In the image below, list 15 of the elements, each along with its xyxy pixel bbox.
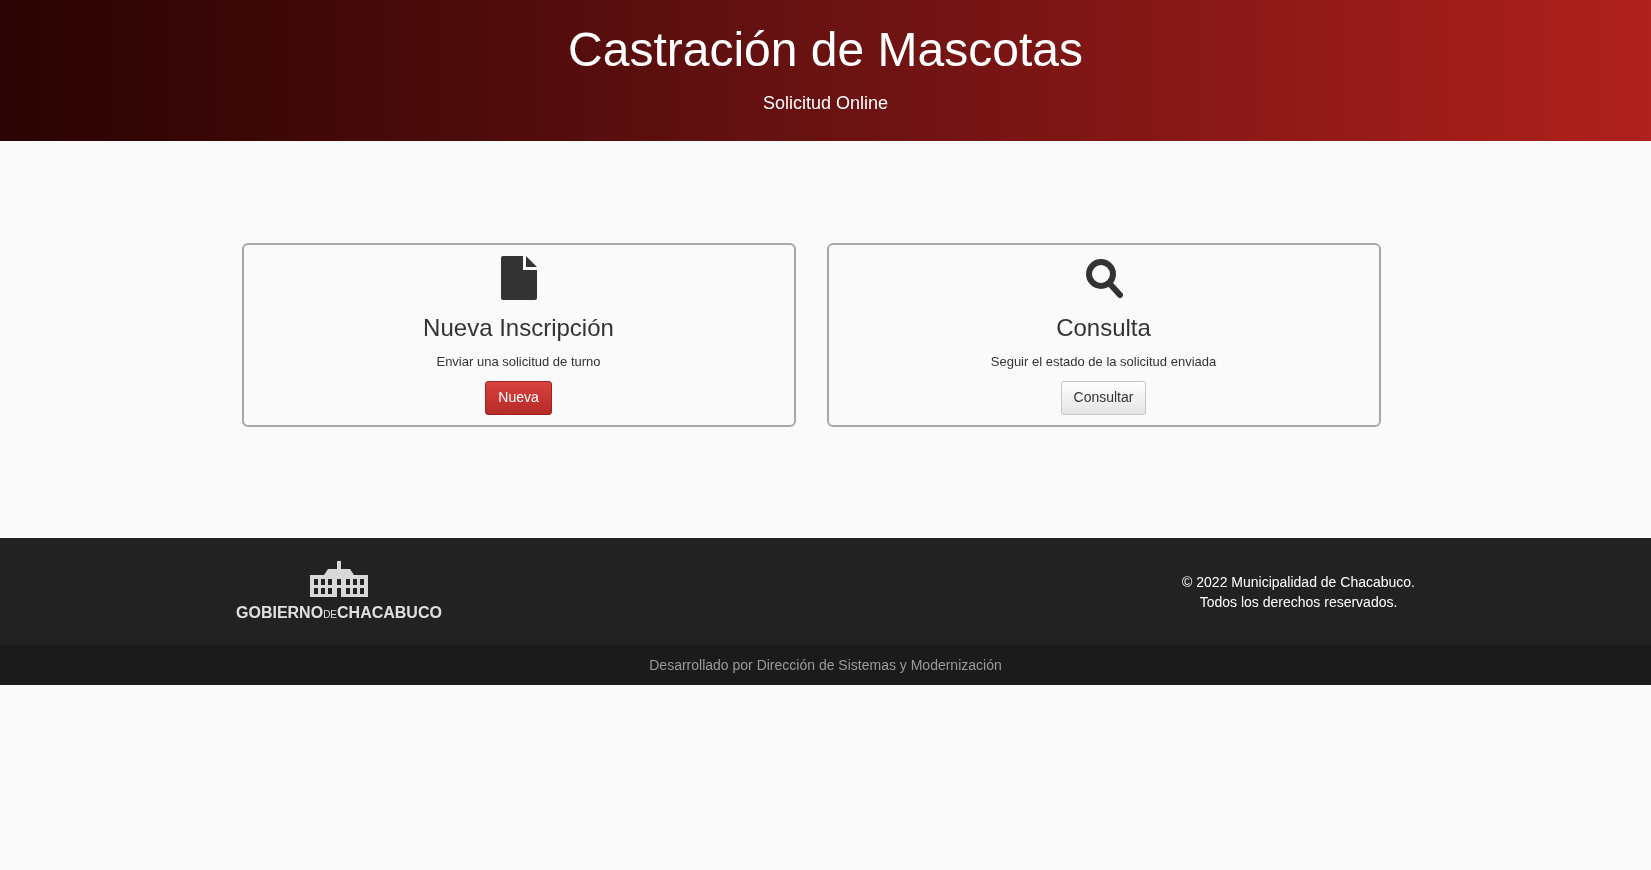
card-description: Enviar una solicitud de turno [436,353,601,371]
copyright-text: © 2022 Municipalidad de Chacabuco. [1182,572,1415,592]
card-title: Nueva Inscripción [423,313,614,343]
copyright-text: Todos los derechos reservados. [1199,592,1398,612]
logo-text: GOBIERNODECHACABUCO [236,602,442,623]
page-subtitle: Solicitud Online [762,92,889,115]
building-icon [307,558,370,599]
card-description: Seguir el estado de la solicitud enviada [990,353,1217,371]
card-title: Consulta [1056,313,1151,343]
page-title: Castración de Mascotas [568,22,1083,78]
document-icon [500,256,537,300]
search-icon [1083,257,1124,299]
credit-text: Desarrollado por Dirección de Sistemas y Modernización [649,655,1002,675]
consult-button[interactable]: Consultar [1060,380,1147,415]
new-button[interactable]: Nueva [485,380,552,415]
